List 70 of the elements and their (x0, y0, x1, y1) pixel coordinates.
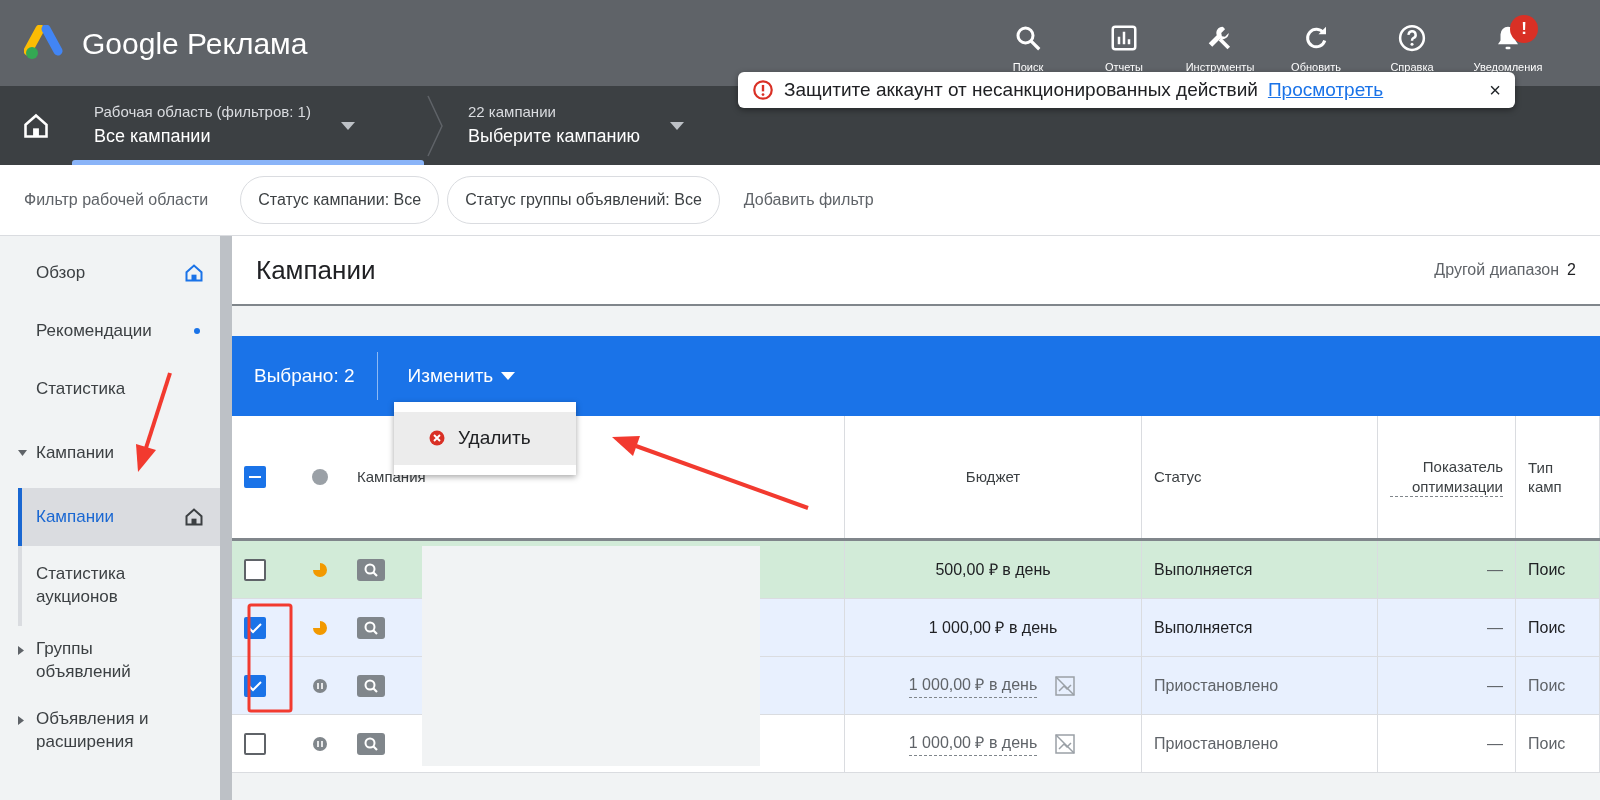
select-all-checkbox[interactable] (244, 466, 266, 488)
toolbar-button[interactable]: Отчеты (1076, 10, 1172, 76)
search-campaign-icon (357, 732, 385, 755)
row-checkbox[interactable] (244, 558, 266, 581)
workspace-dropdown[interactable]: 22 кампании Выберите кампанию (446, 86, 707, 165)
sidebar-item[interactable]: Рекомендации (0, 302, 220, 360)
budget-value: 1 000,00 ₽ в день (908, 673, 1038, 698)
status-cell: Приостановлено (1142, 657, 1378, 715)
scrollbar[interactable] (220, 236, 232, 800)
workspace-dropdown[interactable]: Рабочая область (фильтров: 1) Все кампании (72, 86, 424, 165)
column-header[interactable]: Показатель оптимизации (1390, 457, 1503, 497)
filter-chip[interactable]: Статус кампании: Все (240, 176, 440, 224)
search-campaign-icon (357, 616, 385, 639)
campaign-type: Поис (1528, 617, 1566, 638)
add-filter-link[interactable]: Добавить фильтр (731, 182, 886, 218)
status-cell: Выполняется (1142, 599, 1378, 657)
date-range-value[interactable]: 2 (1567, 258, 1576, 282)
column-header[interactable]: Бюджет (965, 465, 1021, 489)
campaign-type: Поис (1528, 559, 1566, 580)
filter-label: Фильтр рабочей области (24, 190, 209, 210)
close-button[interactable]: × (1489, 75, 1501, 105)
review-link[interactable]: Просмотреть (1267, 75, 1384, 105)
filter-chip[interactable]: Статус группы объявлений: Все (447, 176, 720, 224)
column-header[interactable]: Тип камп (1528, 457, 1578, 497)
toolbar-button[interactable]: Справка (1364, 10, 1460, 76)
toolbar-button[interactable]: Обновить (1268, 10, 1364, 76)
status-cell: Выполняется (1142, 541, 1378, 599)
column-header[interactable]: Статус (1154, 465, 1202, 489)
sidebar-item[interactable]: Группы объявлений (0, 626, 220, 696)
sidebar-item[interactable]: Статистика аукционов (22, 546, 220, 626)
optimization-score: — (1487, 559, 1503, 580)
date-range-label: Другой диапазон (1434, 260, 1560, 280)
campaign-type: Поис (1528, 675, 1566, 696)
toolbar-button[interactable]: Поиск (980, 10, 1076, 76)
optimization-score: — (1487, 675, 1503, 696)
help-icon (1397, 22, 1427, 53)
home-icon (184, 263, 204, 283)
sidebar-item[interactable]: Статистика (0, 360, 220, 418)
alert-icon (752, 79, 774, 101)
menu-item[interactable]: Удалить (394, 412, 576, 465)
caret-icon (670, 121, 685, 130)
row-checkbox[interactable] (244, 732, 266, 755)
image-off-icon (1053, 673, 1078, 698)
toolbar-button[interactable]: Инструменты (1172, 10, 1268, 76)
budget-value: 1 000,00 ₽ в день (908, 731, 1038, 756)
sidebar-item[interactable]: Кампании (0, 418, 220, 488)
budget-value: 1 000,00 ₽ в день (928, 617, 1058, 638)
search-campaign-icon (357, 558, 385, 581)
alert-badge: ! (1510, 14, 1538, 43)
home-icon[interactable] (22, 111, 50, 140)
budget-value: 500,00 ₽ в день (935, 559, 1051, 580)
search-campaign-icon (357, 674, 385, 697)
caret-icon (501, 372, 516, 380)
campaign-type: Поис (1528, 733, 1566, 754)
image-off-icon (1053, 731, 1078, 756)
sidebar-item[interactable]: Обзор (0, 244, 220, 302)
selected-count: Выбрано: 2 (253, 363, 356, 388)
home-icon (184, 507, 204, 527)
caret-icon (340, 121, 355, 130)
optimization-score: — (1487, 617, 1503, 638)
status-dot (312, 469, 328, 485)
optimization-score: — (1487, 733, 1503, 754)
app-title: Google Реклама (82, 25, 308, 62)
notification-dot (194, 328, 200, 334)
page-title: Кампании (256, 253, 376, 287)
status-cell: Приостановлено (1142, 715, 1378, 773)
sidebar-item[interactable]: Объявления и расширения (0, 696, 220, 766)
edit-dropdown[interactable]: Изменить (395, 355, 528, 397)
close-circle-icon (428, 429, 446, 448)
notification-text: Защитите аккаунт от несанкционированных действий (784, 77, 1258, 102)
